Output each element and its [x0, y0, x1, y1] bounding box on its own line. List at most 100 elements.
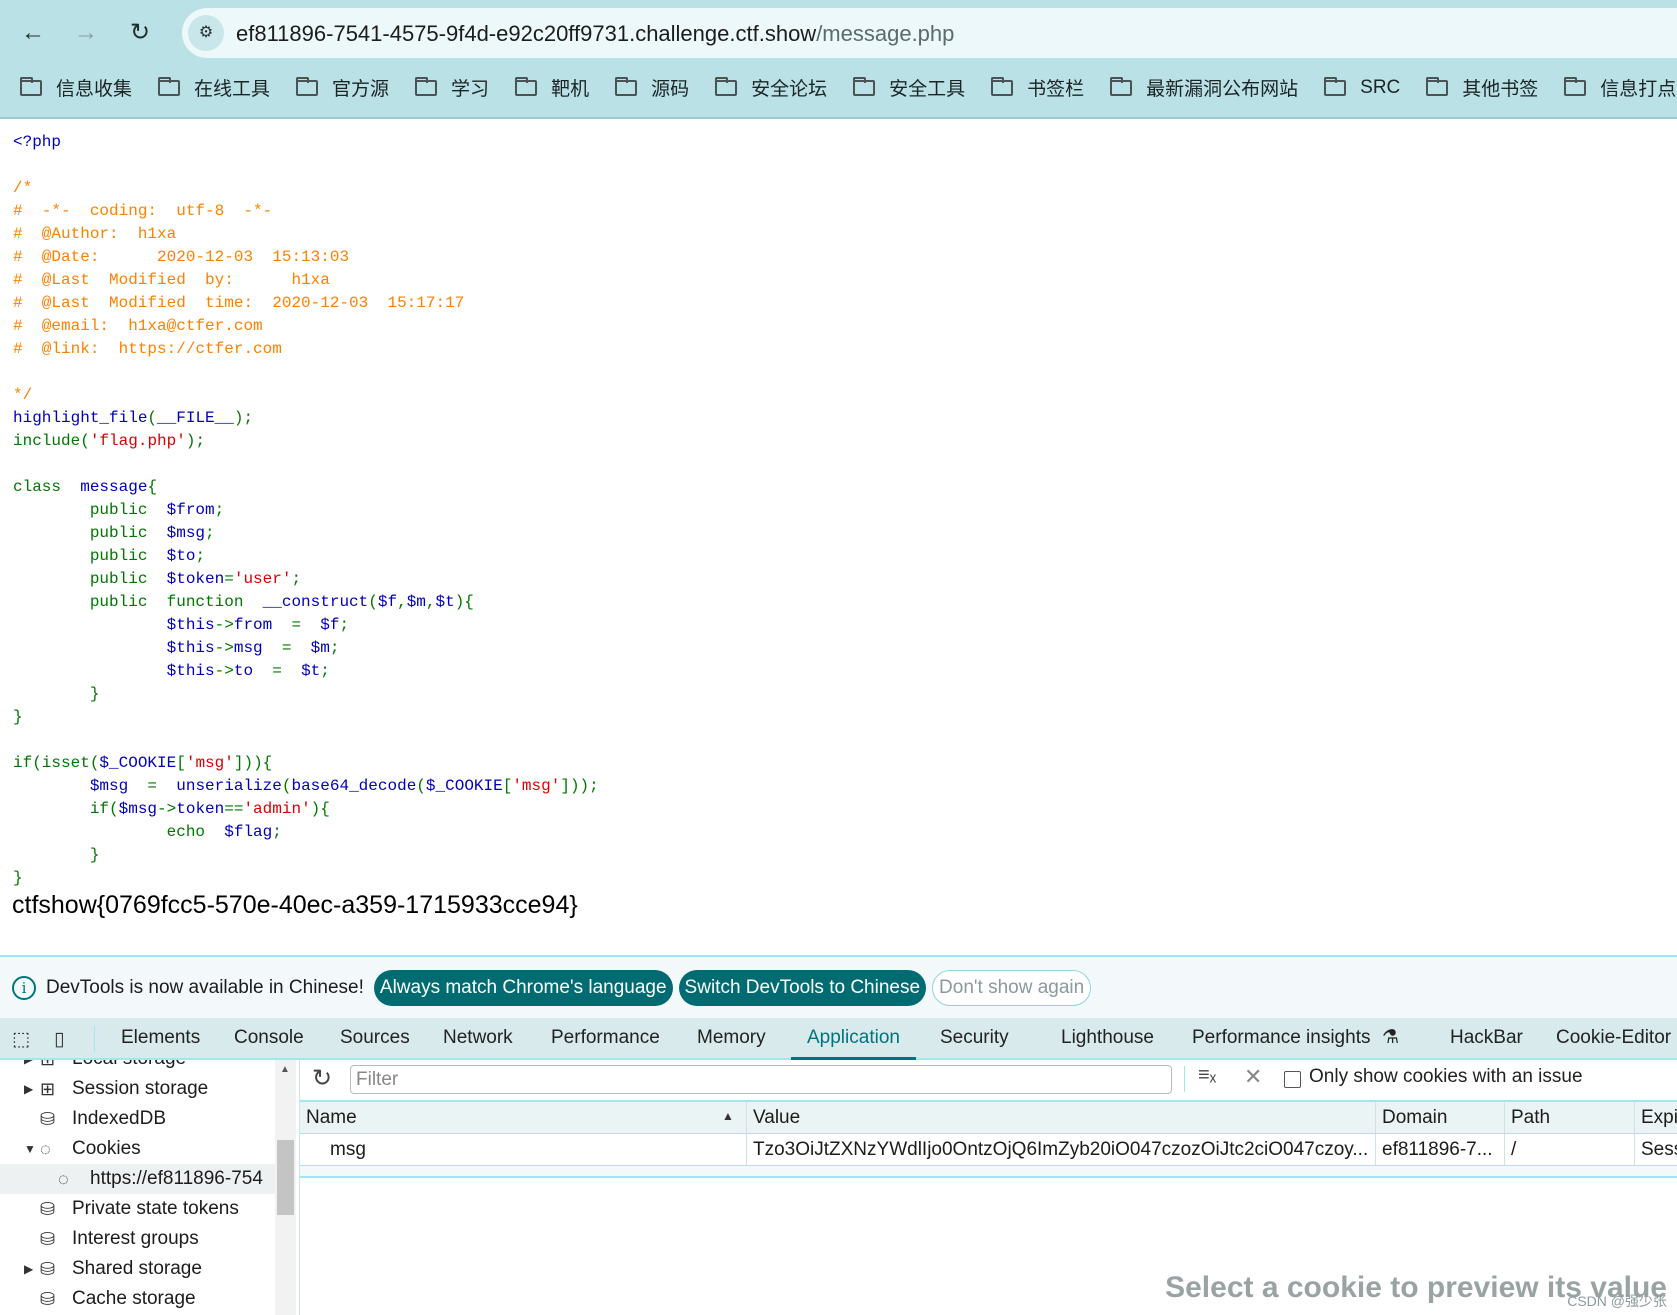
folder-icon [20, 76, 42, 96]
tab-application[interactable]: Application [791, 1018, 916, 1060]
tab-network[interactable]: Network [443, 1018, 513, 1060]
code-token-comment: # @Date: 2020-12-03 15:13:03 [13, 248, 350, 266]
code-line: } [13, 844, 599, 867]
code-token-keyword: public [13, 570, 167, 588]
code-token-keyword: ; [205, 524, 215, 542]
tab-memory[interactable]: Memory [697, 1018, 766, 1060]
code-token-keyword [13, 662, 167, 680]
tab-hackbar[interactable]: HackBar [1450, 1018, 1523, 1060]
code-token-default: $token [166, 570, 225, 588]
tab-cookie-editor[interactable]: Cookie-Editor [1556, 1018, 1671, 1060]
bookmark-5[interactable]: 源码 [615, 74, 689, 101]
bookmark-6[interactable]: 安全论坛 [715, 74, 827, 101]
code-token-default: from [233, 616, 292, 634]
device-toolbar-icon[interactable]: ▯ [54, 1028, 64, 1051]
code-token-comment: # @Last Modified by: h1xa [13, 271, 330, 289]
bookmark-7[interactable]: 安全工具 [853, 74, 965, 101]
tab-elements[interactable]: Elements [121, 1018, 200, 1060]
column-header-value[interactable]: Value [746, 1102, 1375, 1133]
collapsed-arrow-icon[interactable]: ▶ [24, 1060, 33, 1074]
browser-chrome: ← → ↻ ⚙ ef811896-7541-4575-9f4d-e92c20ff… [0, 0, 1677, 119]
dont-show-again-button[interactable]: Don't show again [932, 969, 1092, 1006]
code-token-keyword: -> [214, 616, 234, 634]
sidebar-item-local-storage[interactable]: ▶ ⊞ Local storage [0, 1060, 275, 1074]
code-token-keyword: = [281, 639, 311, 657]
bookmark-4[interactable]: 靶机 [515, 74, 589, 101]
code-token-default: $this [166, 616, 215, 634]
url-text[interactable]: ef811896-7541-4575-9f4d-e92c20ff9731.cha… [236, 21, 954, 47]
reload-button[interactable]: ↻ [125, 18, 155, 48]
collapsed-arrow-icon[interactable]: ▶ [24, 1254, 33, 1284]
code-token-keyword: } [13, 708, 23, 726]
bookmark-label: 最新漏洞公布网站 [1146, 79, 1299, 100]
cookies-toolbar: ↻ Filter ≡ₓ ✕ Only show cookies with an … [300, 1060, 1677, 1100]
code-token-keyword: { [147, 478, 158, 496]
delete-selected-icon[interactable]: ✕ [1244, 1064, 1262, 1090]
sidebar-item-cache-storage[interactable]: ⛁ Cache storage [0, 1284, 275, 1314]
column-header-expi[interactable]: Expi [1634, 1102, 1677, 1133]
tab-performance-insights[interactable]: Performance insights [1192, 1018, 1370, 1060]
address-bar[interactable]: ⚙ ef811896-7541-4575-9f4d-e92c20ff9731.c… [182, 8, 1677, 58]
code-token-keyword: } [13, 846, 100, 864]
bookmark-3[interactable]: 学习 [415, 74, 489, 101]
sidebar-item-shared-storage[interactable]: ▶ ⛁ Shared storage [0, 1254, 275, 1284]
bookmark-12[interactable]: 信息打点 [1564, 74, 1676, 101]
code-line: # @Date: 2020-12-03 15:13:03 [13, 246, 599, 269]
tab-sources[interactable]: Sources [340, 1018, 410, 1060]
code-token-default: message [80, 478, 148, 496]
filter-input[interactable]: Filter [350, 1065, 1172, 1094]
sidebar-item-indexeddb[interactable]: ⛁ IndexedDB [0, 1104, 275, 1134]
code-token-default: unserialize [176, 777, 282, 795]
sidebar-item-cookies[interactable]: ▼ ◌ Cookies [0, 1134, 275, 1164]
folder-icon [1564, 76, 1587, 96]
bookmark-11[interactable]: 其他书签 [1426, 74, 1538, 101]
always-match-language-button[interactable]: Always match Chrome's language [373, 969, 673, 1006]
only-issue-checkbox[interactable] [1284, 1071, 1301, 1088]
sidebar-scrollbar[interactable]: ▲ [275, 1060, 296, 1315]
code-token-default: $flag [224, 823, 273, 841]
tab-security[interactable]: Security [940, 1018, 1009, 1060]
column-header-name[interactable]: Name [300, 1102, 746, 1133]
sort-ascending-icon[interactable]: ▲ [722, 1109, 734, 1123]
sidebar-label: Cache storage [72, 1288, 196, 1309]
inspect-element-icon[interactable]: ⬚ [12, 1028, 30, 1051]
tab-performance[interactable]: Performance [551, 1018, 660, 1060]
bookmark-1[interactable]: 在线工具 [158, 74, 270, 101]
sidebar-item-session-storage[interactable]: ▶ ⊞ Session storage [0, 1074, 275, 1104]
refresh-icon[interactable]: ↻ [312, 1064, 332, 1093]
bookmark-8[interactable]: 书签栏 [991, 74, 1084, 101]
forward-button[interactable]: → [71, 18, 101, 48]
empty-row [300, 1166, 1677, 1178]
tab-lighthouse[interactable]: Lighthouse [1061, 1018, 1154, 1060]
sidebar-item-interest-groups[interactable]: ⛁ Interest groups [0, 1224, 275, 1254]
bookmark-9[interactable]: 最新漏洞公布网站 [1110, 74, 1298, 101]
bookmark-0[interactable]: 信息收集 [20, 74, 132, 101]
code-token-keyword: = [147, 777, 177, 795]
folder-icon [515, 76, 538, 96]
folder-icon [158, 76, 181, 96]
switch-to-chinese-button[interactable]: Switch DevTools to Chinese [678, 969, 927, 1006]
column-header-domain[interactable]: Domain [1375, 1102, 1504, 1133]
back-button[interactable]: ← [18, 18, 48, 48]
sidebar-item-private-state-tokens[interactable]: ⛁ Private state tokens [0, 1194, 275, 1224]
column-header-path[interactable]: Path [1504, 1102, 1634, 1133]
flag-output: ctfshow{0769fcc5-570e-40ec-a359-1715933c… [12, 891, 578, 919]
sidebar-item-https-ef811896-754[interactable]: ◌ https://ef811896-754 [0, 1164, 275, 1194]
code-line: if($msg->token=='admin'){ [13, 798, 599, 821]
code-token-default: <?php [13, 133, 62, 151]
clear-all-icon[interactable]: ≡ₓ [1198, 1064, 1216, 1087]
database-icon: ⛁ [40, 1199, 56, 1219]
site-info-icon[interactable]: ⚙ [188, 15, 224, 51]
scrollbar-thumb[interactable] [277, 1140, 294, 1215]
collapsed-arrow-icon[interactable]: ▶ [24, 1074, 33, 1104]
bookmark-2[interactable]: 官方源 [296, 74, 389, 101]
scroll-up-arrow[interactable]: ▲ [280, 1064, 290, 1075]
code-token-keyword: [ [176, 754, 186, 772]
code-line: if(isset($_COOKIE['msg'])){ [13, 752, 599, 775]
expanded-arrow-icon[interactable]: ▼ [24, 1134, 36, 1164]
bookmark-label: 其他书签 [1462, 79, 1539, 100]
bookmark-10[interactable]: SRC [1324, 74, 1400, 101]
tab-console[interactable]: Console [234, 1018, 304, 1060]
table-row[interactable]: msg Tzo3OiJtZXNzYWdlIjo0OntzOjQ6ImZyb20iO… [300, 1134, 1677, 1166]
code-token-keyword: public function [13, 593, 263, 611]
